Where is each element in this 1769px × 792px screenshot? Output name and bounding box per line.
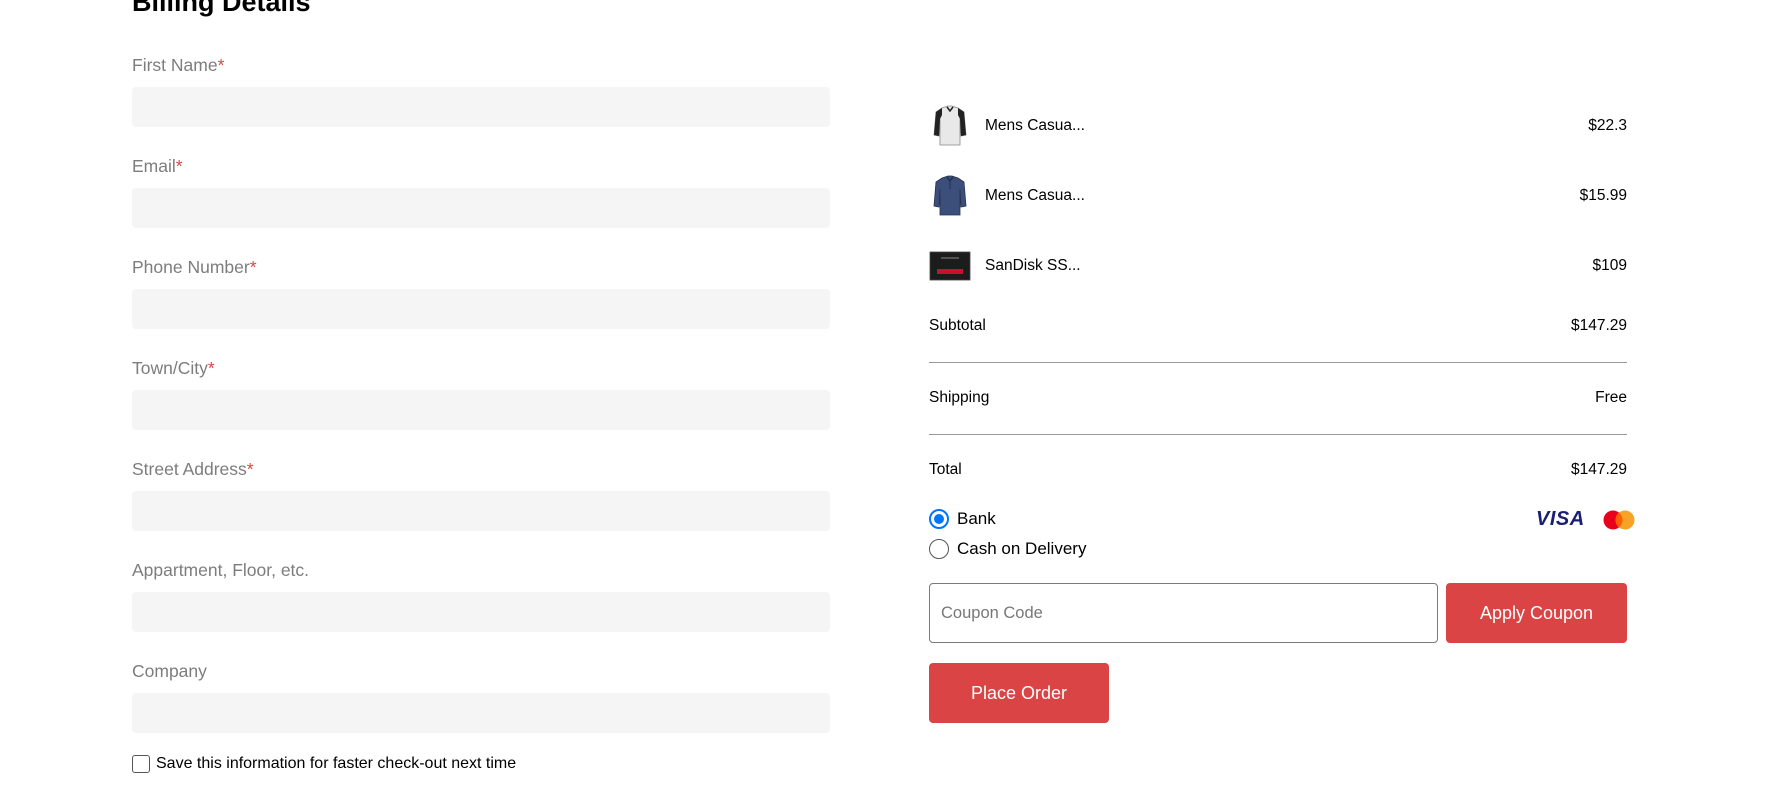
required-mark: * (207, 358, 215, 378)
shipping-row: Shipping Free (929, 389, 1627, 407)
town-city-label: Town/City* (132, 356, 830, 380)
email-input[interactable] (132, 188, 830, 228)
divider (929, 362, 1627, 363)
bank-radio[interactable] (929, 509, 949, 529)
payment-option-bank[interactable]: Bank (929, 509, 996, 529)
apartment-label: Appartment, Floor, etc. (132, 558, 830, 582)
cart-item-name: SanDisk SS... (985, 257, 1081, 274)
cod-label: Cash on Delivery (957, 539, 1087, 558)
apartment-label-text: Appartment, Floor, etc. (132, 560, 310, 580)
town-city-label-text: Town/City (132, 358, 208, 378)
subtotal-label: Subtotal (929, 317, 986, 334)
shirt-icon (929, 105, 971, 147)
billing-form: First Name* Email* Phone Number* Town/Ci… (132, 53, 830, 760)
subtotal-row: Subtotal $147.29 (929, 317, 1627, 335)
total-label: Total (929, 461, 962, 478)
coupon-input[interactable] (929, 583, 1438, 643)
page-title: Billing Details (132, 0, 311, 17)
apartment-input[interactable] (132, 592, 830, 632)
street-address-input[interactable] (132, 491, 830, 531)
company-label-text: Company (132, 661, 207, 681)
apply-coupon-button[interactable]: Apply Coupon (1446, 583, 1627, 643)
phone-input[interactable] (132, 289, 830, 329)
payment-cards: VISA (1536, 508, 1635, 531)
cart-item-price: $109 (1592, 257, 1627, 274)
cart-item-price: $15.99 (1579, 187, 1627, 204)
street-address-label: Street Address* (132, 457, 830, 481)
town-city-field: Town/City* (132, 356, 830, 457)
email-label-text: Email (132, 156, 176, 176)
total-value: $147.29 (1570, 461, 1627, 478)
phone-field: Phone Number* (132, 255, 830, 356)
first-name-label-text: First Name (132, 55, 218, 75)
required-mark: * (175, 156, 183, 176)
save-info-checkbox[interactable] (132, 755, 150, 773)
mastercard-icon (1603, 510, 1635, 529)
save-info-label: Save this information for faster check-o… (156, 755, 517, 772)
first-name-field: First Name* (132, 53, 830, 154)
save-info-row[interactable]: Save this information for faster check-o… (132, 755, 516, 773)
ssd-icon (929, 245, 971, 287)
shipping-value: Free (1595, 389, 1627, 406)
street-address-label-text: Street Address (132, 459, 247, 479)
payment-option-cod[interactable]: Cash on Delivery (929, 539, 1086, 559)
shipping-label: Shipping (929, 389, 990, 406)
first-name-input[interactable] (132, 87, 830, 127)
town-city-input[interactable] (132, 390, 830, 430)
required-mark: * (246, 459, 254, 479)
street-address-field: Street Address* (132, 457, 830, 558)
divider (929, 434, 1627, 435)
required-mark: * (217, 55, 225, 75)
company-field: Company (132, 659, 830, 760)
cart-item-price: $22.3 (1588, 117, 1627, 134)
company-label: Company (132, 659, 830, 683)
cart-item-name: Mens Casua... (985, 187, 1085, 204)
phone-label-text: Phone Number (132, 257, 250, 277)
shirt-icon (929, 175, 971, 217)
visa-logo: VISA (1536, 508, 1585, 530)
first-name-label: First Name* (132, 53, 830, 77)
required-mark: * (249, 257, 257, 277)
cart-item: Mens Casua... $22.3 (929, 103, 1627, 149)
bank-label: Bank (957, 509, 996, 528)
cod-radio[interactable] (929, 539, 949, 559)
total-row: Total $147.29 (929, 461, 1627, 479)
email-label: Email* (132, 154, 830, 178)
phone-label: Phone Number* (132, 255, 830, 279)
cart-item-name: Mens Casua... (985, 117, 1085, 134)
email-field: Email* (132, 154, 830, 255)
apartment-field: Appartment, Floor, etc. (132, 558, 830, 659)
subtotal-value: $147.29 (1570, 317, 1627, 334)
company-input[interactable] (132, 693, 830, 733)
cart-item: SanDisk SS... $109 (929, 243, 1627, 289)
place-order-button[interactable]: Place Order (929, 663, 1109, 723)
cart-item: Mens Casua... $15.99 (929, 173, 1627, 219)
